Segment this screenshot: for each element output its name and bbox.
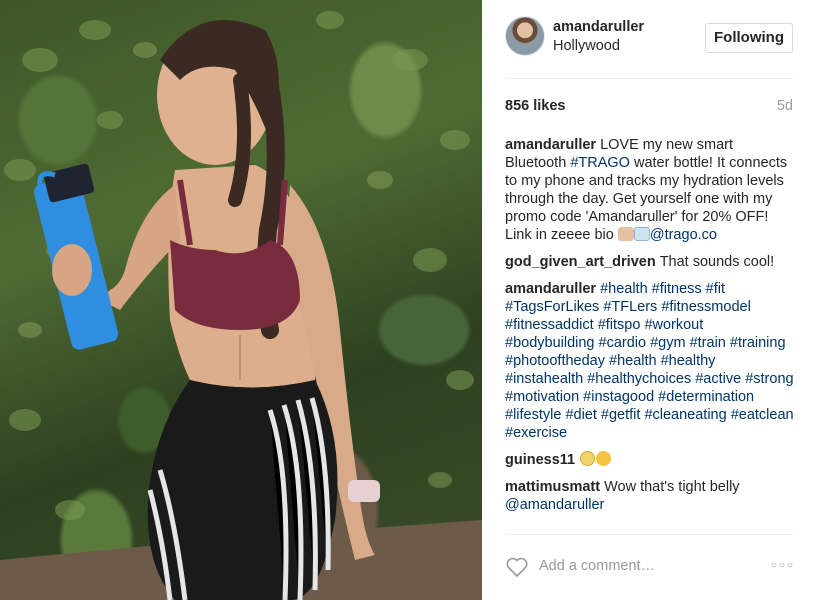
username-link[interactable]: amandaruller	[553, 19, 644, 35]
list-item: amandaruller #health #fitness #fit #TagsF…	[505, 280, 795, 442]
comment-author[interactable]: guiness11	[505, 452, 575, 468]
post-time[interactable]: 5d	[777, 98, 793, 114]
location-link[interactable]: Hollywood	[553, 38, 620, 54]
comment-author[interactable]: amandaruller	[505, 281, 596, 297]
add-comment-input[interactable]	[539, 558, 739, 574]
post-header: amandaruller Hollywood Following	[505, 16, 793, 62]
mention-link[interactable]: @trago.co	[650, 227, 717, 243]
ellipsis-icon[interactable]: ○○○	[771, 560, 795, 571]
heart-eyes-face-icon	[596, 451, 612, 466]
photo-illustration	[0, 11, 482, 600]
comments-list: amandaruller LOVE my new smart Bluetooth …	[505, 136, 795, 523]
hashtags-text[interactable]: #health #fitness #fit #TagsForLikes #TFL…	[505, 281, 794, 441]
likes-count[interactable]: 856 likes	[505, 98, 565, 114]
avatar[interactable]	[505, 16, 545, 56]
list-item: god_given_art_driven That sounds cool!	[505, 253, 795, 271]
footer-divider	[505, 534, 793, 535]
comment-author[interactable]: mattimusmatt	[505, 479, 600, 495]
following-button[interactable]: Following	[705, 23, 793, 53]
comment-bar: ○○○	[505, 554, 795, 582]
heart-outline-icon[interactable]	[505, 556, 529, 578]
hashtag-link[interactable]: #TRAGO	[570, 155, 630, 171]
caption: amandaruller LOVE my new smart Bluetooth …	[505, 136, 795, 244]
post-photo[interactable]	[0, 0, 482, 600]
comment-text: Wow that's tight belly	[604, 479, 740, 495]
flexed-biceps-icon	[617, 227, 634, 241]
list-item: guiness11	[505, 451, 795, 469]
post-side-panel: amandaruller Hollywood Following 856 lik…	[482, 0, 816, 600]
screaming-face-icon	[580, 451, 596, 466]
comment-text: That sounds cool!	[659, 254, 775, 270]
comment-author[interactable]: god_given_art_driven	[505, 254, 656, 270]
list-item: mattimusmatt Wow that's tight belly @aman…	[505, 478, 795, 514]
comment-author[interactable]: amandaruller	[505, 137, 596, 153]
mention-link[interactable]: @amandaruller	[505, 497, 604, 513]
header-divider	[505, 78, 793, 79]
water-droplets-icon	[633, 227, 650, 241]
